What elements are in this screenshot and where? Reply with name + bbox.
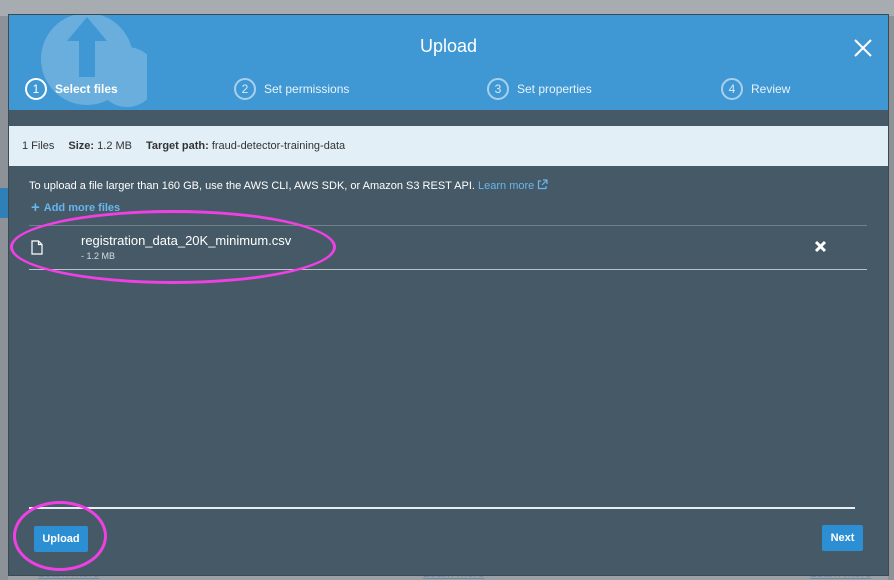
step-number: 2: [234, 78, 256, 100]
upload-dialog: Upload 1 Select files 2 Set permissions …: [8, 14, 889, 576]
size-value: 1.2 MB: [97, 140, 133, 152]
step-label: Select files: [55, 82, 118, 96]
remove-x-icon[interactable]: [814, 240, 827, 253]
dialog-title: Upload: [419, 36, 478, 56]
file-list-divider: [29, 269, 867, 270]
step-set-permissions[interactable]: 2 Set permissions: [234, 78, 349, 100]
size-label: Size:: [68, 140, 95, 152]
target-path: Target path: fraud-detector-training-dat…: [146, 140, 345, 152]
add-more-files-button[interactable]: + Add more files: [31, 199, 120, 216]
step-number: 3: [487, 78, 509, 100]
file-name: registration_data_20K_minimum.csv: [81, 233, 292, 248]
background-tab: [0, 188, 8, 218]
step-select-files[interactable]: 1 Select files: [25, 78, 118, 100]
large-file-hint: To upload a file larger than 160 GB, use…: [29, 179, 548, 192]
step-set-properties[interactable]: 3 Set properties: [487, 78, 592, 100]
upload-summary-bar: 1 Files Size: 1.2 MB Target path: fraud-…: [9, 126, 888, 166]
wizard-steps: 1 Select files 2 Set permissions 3 Set p…: [9, 78, 888, 102]
file-icon: [31, 240, 43, 255]
next-button[interactable]: Next: [822, 525, 863, 551]
target-label: Target path:: [146, 140, 209, 152]
target-value: fraud-detector-training-data: [211, 140, 346, 152]
external-link-icon: [538, 179, 548, 190]
step-label: Review: [751, 82, 791, 96]
file-row: registration_data_20K_minimum.csv - 1.2 …: [29, 226, 867, 270]
dialog-header: Upload 1 Select files 2 Set permissions …: [9, 15, 888, 110]
step-label: Set permissions: [264, 82, 350, 96]
file-size: - 1.2 MB: [81, 251, 116, 261]
upload-progress-line: [29, 507, 855, 509]
step-label: Set properties: [517, 82, 592, 96]
learn-more-link[interactable]: Learn more: [478, 179, 548, 192]
step-number: 4: [721, 78, 743, 100]
learn-more-label: Learn more: [478, 180, 535, 192]
files-count: 1 Files: [22, 140, 55, 152]
plus-icon: +: [31, 199, 40, 216]
upload-button[interactable]: Upload: [34, 526, 88, 552]
close-icon[interactable]: [852, 37, 874, 59]
step-number: 1: [25, 78, 47, 100]
total-size: Size: 1.2 MB: [68, 140, 132, 152]
step-review[interactable]: 4 Review: [721, 78, 790, 100]
hint-text: To upload a file larger than 160 GB, use…: [29, 180, 475, 192]
add-more-label: Add more files: [43, 202, 121, 214]
background-left-edge: [0, 16, 8, 580]
